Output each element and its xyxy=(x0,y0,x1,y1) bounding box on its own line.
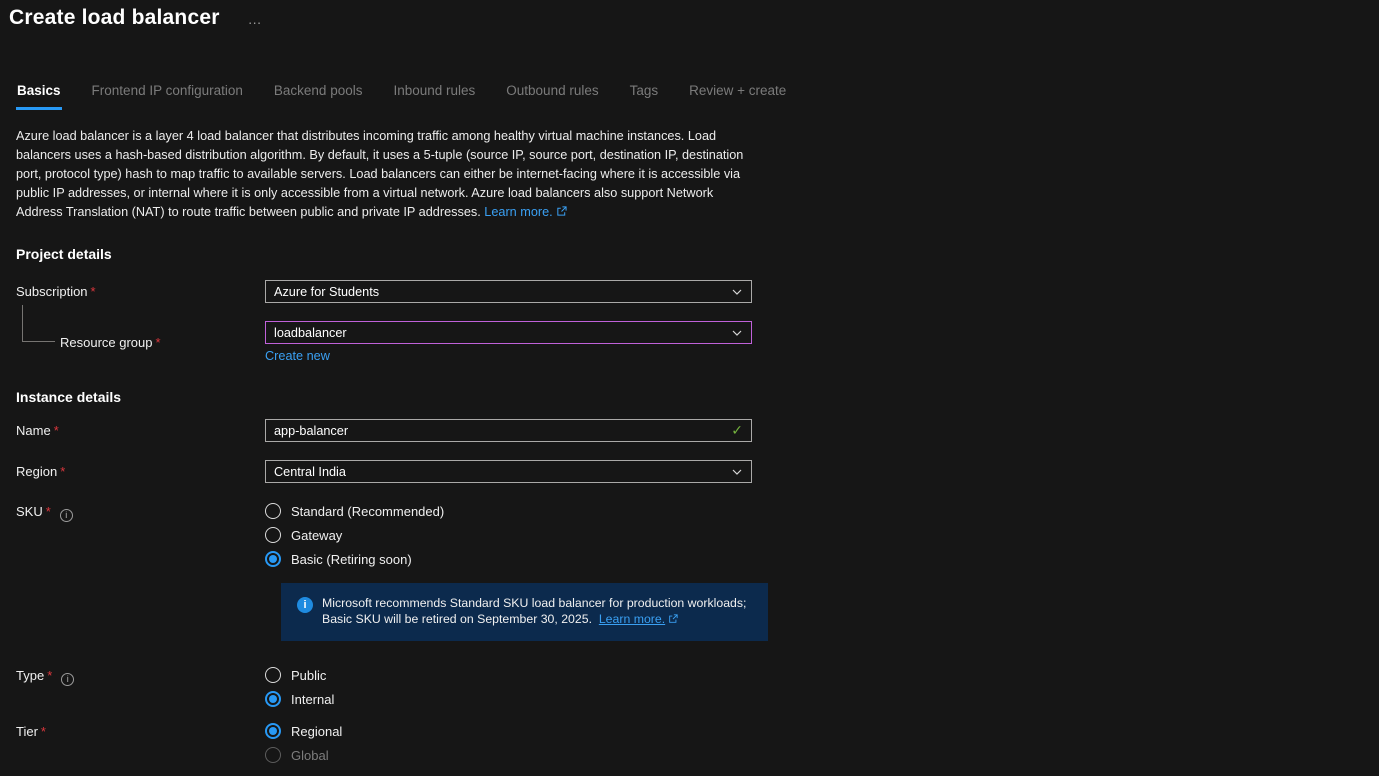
banner-learn-more-link[interactable]: Learn more. xyxy=(599,612,678,626)
chevron-down-icon xyxy=(731,286,743,298)
intro-paragraph: Azure load balancer is a layer 4 load ba… xyxy=(16,127,756,223)
required-asterisk: * xyxy=(60,464,65,479)
radio-sku-gateway[interactable]: Gateway xyxy=(265,527,752,543)
radio-sku-standard[interactable]: Standard (Recommended) xyxy=(265,503,752,519)
tab-frontend-ip-configuration[interactable]: Frontend IP configuration xyxy=(91,83,244,110)
required-asterisk: * xyxy=(156,335,161,350)
required-asterisk: * xyxy=(91,284,96,299)
sku-label: SKU*i xyxy=(16,503,265,522)
info-icon[interactable]: i xyxy=(60,509,73,522)
more-options-icon[interactable]: … xyxy=(248,12,264,26)
required-asterisk: * xyxy=(41,724,46,739)
radio-type-public[interactable]: Public xyxy=(265,667,752,683)
required-asterisk: * xyxy=(46,504,51,519)
tab-basics[interactable]: Basics xyxy=(16,83,62,110)
radio-selected-icon xyxy=(265,551,281,567)
project-details-heading: Project details xyxy=(16,246,1379,262)
radio-selected-icon xyxy=(265,691,281,707)
tier-row: Tier* Regional Global xyxy=(16,723,753,763)
page-header: Create load balancer … xyxy=(0,0,1379,30)
region-dropdown[interactable]: Central India xyxy=(265,460,752,483)
valid-check-icon: ✓ xyxy=(731,422,743,439)
radio-type-internal[interactable]: Internal xyxy=(265,691,752,707)
info-filled-icon: i xyxy=(297,597,313,613)
region-value: Central India xyxy=(274,465,731,479)
wizard-tabs: Basics Frontend IP configuration Backend… xyxy=(16,83,1379,110)
radio-selected-icon xyxy=(265,723,281,739)
sku-row: SKU*i Standard (Recommended) Gateway Bas… xyxy=(16,503,753,567)
chevron-down-icon xyxy=(731,327,743,339)
tab-tags[interactable]: Tags xyxy=(629,83,660,110)
instance-details-heading: Instance details xyxy=(16,389,753,405)
radio-circle-icon xyxy=(265,527,281,543)
tab-review-create[interactable]: Review + create xyxy=(688,83,787,110)
learn-more-link[interactable]: Learn more. xyxy=(484,205,566,219)
radio-disabled-icon xyxy=(265,747,281,763)
subscription-dropdown[interactable]: Azure for Students xyxy=(265,280,752,303)
tab-inbound-rules[interactable]: Inbound rules xyxy=(392,83,476,110)
region-label: Region* xyxy=(16,464,265,479)
type-radio-group: Public Internal xyxy=(265,667,752,707)
name-input[interactable]: app-balancer ✓ xyxy=(265,419,752,442)
radio-tier-regional[interactable]: Regional xyxy=(265,723,752,739)
radio-circle-icon xyxy=(265,667,281,683)
radio-tier-global: Global xyxy=(265,747,752,763)
tier-label: Tier* xyxy=(16,723,265,739)
resource-group-value: loadbalancer xyxy=(274,326,731,340)
subscription-value: Azure for Students xyxy=(274,285,731,299)
radio-circle-icon xyxy=(265,503,281,519)
radio-sku-basic[interactable]: Basic (Retiring soon) xyxy=(265,551,752,567)
required-asterisk: * xyxy=(47,668,52,683)
tab-backend-pools[interactable]: Backend pools xyxy=(273,83,364,110)
name-label: Name* xyxy=(16,423,265,438)
required-asterisk: * xyxy=(54,423,59,438)
resource-group-row: Resource group* loadbalancer Create new xyxy=(16,321,753,363)
create-new-link[interactable]: Create new xyxy=(265,349,330,363)
region-row: Region* Central India xyxy=(16,460,753,483)
subscription-label: Subscription* xyxy=(16,284,265,299)
banner-text: Microsoft recommends Standard SKU load b… xyxy=(322,596,746,628)
create-load-balancer-page: Create load balancer … Basics Frontend I… xyxy=(0,0,1379,776)
sku-info-banner: i Microsoft recommends Standard SKU load… xyxy=(281,583,768,641)
type-label: Type*i xyxy=(16,667,265,686)
name-value: app-balancer xyxy=(274,424,731,438)
external-link-icon xyxy=(668,613,678,629)
tab-outbound-rules[interactable]: Outbound rules xyxy=(505,83,599,110)
external-link-icon xyxy=(556,204,567,223)
chevron-down-icon xyxy=(731,466,743,478)
intro-text: Azure load balancer is a layer 4 load ba… xyxy=(16,129,743,219)
subscription-row: Subscription* Azure for Students xyxy=(16,280,753,303)
resource-group-dropdown[interactable]: loadbalancer xyxy=(265,321,752,344)
hierarchy-connector xyxy=(22,305,55,342)
info-icon[interactable]: i xyxy=(61,673,74,686)
type-row: Type*i Public Internal xyxy=(16,667,753,707)
sku-radio-group: Standard (Recommended) Gateway Basic (Re… xyxy=(265,503,752,567)
page-title: Create load balancer xyxy=(9,6,220,30)
tier-radio-group: Regional Global xyxy=(265,723,752,763)
name-row: Name* app-balancer ✓ xyxy=(16,419,753,442)
